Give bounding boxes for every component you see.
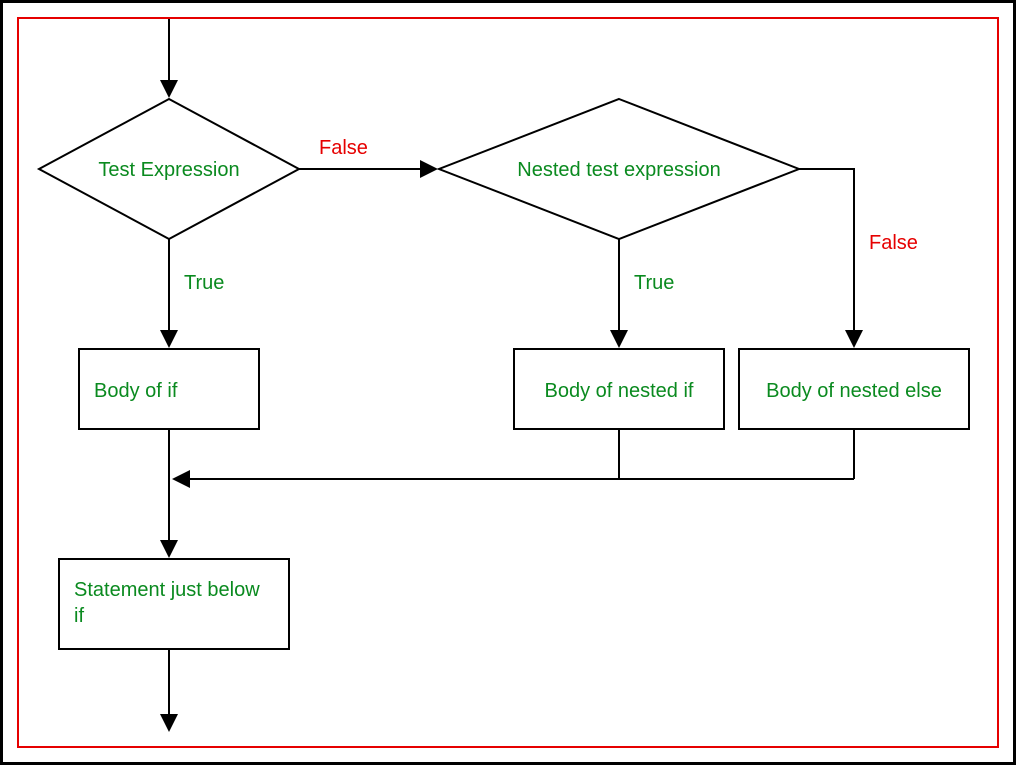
edge-label-test-false: False [319,137,368,159]
decision-test-expression-label: Test Expression [98,159,239,181]
arrow-nested-false-to-body-nested-else [799,169,854,345]
decision-nested-test-expression-label: Nested test expression [517,159,720,181]
process-body-of-nested-if-label: Body of nested if [545,380,694,402]
process-body-of-nested-else-label: Body of nested else [766,380,942,402]
edge-label-nested-false: False [869,232,918,254]
process-statement-below-if [59,559,289,649]
outer-frame: Test Expression Nested test expression B… [0,0,1016,765]
process-body-of-if-label: Body of if [94,380,178,402]
flowchart-svg: Test Expression Nested test expression B… [19,19,997,745]
inner-frame: Test Expression Nested test expression B… [17,17,999,748]
edge-label-nested-true: True [634,272,674,294]
edge-label-test-true: True [184,272,224,294]
